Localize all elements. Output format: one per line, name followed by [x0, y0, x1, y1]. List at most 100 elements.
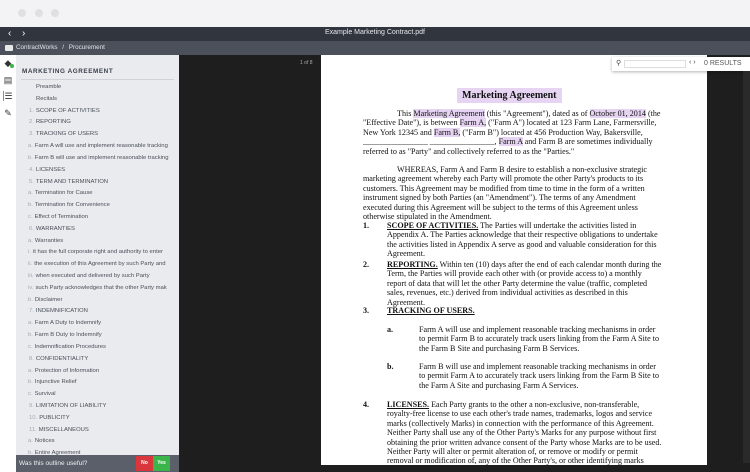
outline-item[interactable]: 2. REPORTING	[28, 117, 178, 129]
outline-item-number: b.	[28, 332, 33, 339]
outline-item-number: c.	[28, 391, 33, 398]
outline-item-label: Preamble	[36, 84, 62, 90]
outline-item[interactable]: b. Injunctive Relief	[28, 377, 178, 389]
breadcrumb: ContractWorks / Procurement	[0, 41, 750, 55]
outline-icon[interactable]: ☰	[3, 91, 13, 101]
outline-item[interactable]: 5. TERM AND TERMINATION	[28, 177, 178, 189]
outline-item-label: Farm A will use and implement reasonable…	[34, 143, 168, 150]
field-highlight[interactable]: October 01, 2014	[589, 109, 646, 118]
section-2: 2. REPORTING. Within ten (10) days after …	[363, 260, 662, 307]
outline-item-label: Termination for Cause	[34, 190, 93, 197]
outline-item-label: TERM AND TERMINATION	[35, 178, 109, 185]
section-3a: a. Farm A will use and implement reasonab…	[387, 325, 660, 353]
outline-item-label: MISCELLANEOUS	[38, 426, 89, 433]
outline-item[interactable]: a. Protection of Information	[28, 366, 178, 378]
field-highlight[interactable]: Farm A,	[459, 118, 487, 128]
minimize-window-button[interactable]	[35, 9, 43, 17]
breadcrumb-separator: /	[62, 44, 65, 51]
outline-list: Preamble Recitals 1. SCOPE OF ACTIVITIES 2. R…	[28, 82, 178, 460]
outline-item[interactable]: 11. MISCELLANEOUS	[28, 425, 178, 437]
outline-item[interactable]: b. Farm B will use and implement reasonab…	[28, 153, 178, 165]
outline-item[interactable]: 4. LICENSES	[28, 165, 178, 177]
field-highlight[interactable]: Farm B,	[433, 127, 461, 137]
outline-item[interactable]: 3. TRACKING OF USERS	[28, 129, 178, 141]
search-input[interactable]	[624, 60, 686, 68]
outline-item[interactable]: 7. INDEMNIFICATION	[28, 306, 178, 318]
outline-item[interactable]: a. Notices	[28, 436, 178, 448]
scrollbar[interactable]	[743, 71, 750, 463]
outline-item[interactable]: i. it has the full corporate right and au…	[28, 247, 178, 259]
outline-item-label: INDEMNIFICATION	[35, 308, 88, 315]
outline-item-label: Disclaimer	[34, 296, 63, 303]
breadcrumb-folder[interactable]: Procurement	[69, 44, 105, 51]
outline-item-number: 3.	[29, 131, 34, 138]
outline-item[interactable]: 1. SCOPE OF ACTIVITIES	[28, 106, 178, 118]
field-highlight[interactable]: Marketing Agreement	[413, 109, 485, 118]
outline-item-label: SCOPE OF ACTIVITIES	[35, 107, 100, 114]
outline-item-number: iv.	[28, 284, 34, 291]
outline-item-number: 6.	[29, 225, 34, 232]
outline-item-number: 4.	[29, 166, 34, 173]
outline-item[interactable]: 6. WARRANTIES	[28, 224, 178, 236]
field-highlight[interactable]: Farm A	[498, 137, 523, 147]
nav-bar: ‹ › Example Marketing Contract.pdf	[0, 27, 750, 41]
search-prev-next[interactable]: ‹ ›	[689, 59, 696, 66]
maximize-window-button[interactable]	[51, 9, 59, 17]
outline-item-number: 11.	[29, 426, 37, 433]
section-3b: b. Farm B will use and implement reasonab…	[387, 362, 660, 390]
outline-item[interactable]: c. Survival	[28, 389, 178, 401]
outline-item-number: b.	[28, 202, 33, 209]
pen-icon[interactable]: ✎	[3, 108, 13, 118]
outline-item-label: when executed and delivered by such Part…	[35, 273, 150, 279]
outline-item-label: Recitals	[36, 95, 57, 102]
divider	[21, 79, 174, 80]
document-title: Example Marketing Contract.pdf	[325, 29, 425, 36]
outline-item[interactable]: b. Disclaimer	[28, 295, 178, 307]
search-icon: ⚲	[616, 60, 622, 67]
tags-icon[interactable]: ◆	[3, 58, 14, 68]
outline-item[interactable]: b. Termination for Convenience	[28, 200, 178, 212]
outline-item[interactable]: 9. LIMITATION OF LIABILITY	[28, 401, 178, 413]
outline-item[interactable]: iv. such Party acknowledges that the othe…	[28, 283, 178, 295]
outline-item[interactable]: ii. the execution of this Agreement by su…	[28, 259, 178, 271]
outline-item[interactable]: Preamble	[28, 82, 178, 94]
search-bar: ⚲ ‹ › 0 RESULTS	[612, 57, 750, 71]
outline-title: MARKETING AGREEMENT	[22, 68, 114, 75]
feedback-no-button[interactable]: No	[136, 456, 153, 471]
outline-item[interactable]: a. Farm A will use and implement reasonab…	[28, 141, 178, 153]
outline-item-label: Protection of Information	[34, 367, 100, 374]
outline-item-number: c.	[28, 343, 33, 350]
outline-item-label: REPORTING	[35, 119, 71, 126]
outline-item[interactable]: 8. CONFIDENTIALITY	[28, 354, 178, 366]
breadcrumb-root[interactable]: ContractWorks	[16, 44, 58, 51]
outline-item-label: Farm A Duty to Indemnify	[34, 320, 102, 327]
outline-feedback-bar: Was this outline useful? No Yes	[16, 455, 179, 472]
feedback-yes-button[interactable]: Yes	[153, 456, 170, 471]
outline-item[interactable]: a. Warranties	[28, 236, 178, 248]
outline-item-number: a.	[28, 367, 33, 374]
feedback-question: Was this outline useful?	[19, 460, 88, 467]
outline-item[interactable]: c. Effect of Termination	[28, 212, 178, 224]
outline-item[interactable]: a. Termination for Cause	[28, 188, 178, 200]
whereas-paragraph: WHEREAS, Farm A and Farm B desire to est…	[363, 165, 647, 222]
outline-item-number: 1.	[29, 107, 34, 114]
outline-item-number: b.	[28, 296, 33, 303]
outline-item-label: Notices	[34, 438, 55, 445]
outline-item-number: 7.	[29, 308, 34, 315]
outline-item-label: Farm B will use and implement reasonable…	[34, 154, 169, 161]
outline-item[interactable]: a. Farm A Duty to Indemnify	[28, 318, 178, 330]
outline-item[interactable]: b. Farm B Duty to Indemnify	[28, 330, 178, 342]
outline-item[interactable]: iii. when executed and delivered by such …	[28, 271, 178, 283]
preamble-paragraph: This Marketing Agreement (this "Agreemen…	[363, 109, 661, 156]
outline-item[interactable]: Recitals	[28, 94, 178, 106]
outline-item-number: a.	[28, 237, 33, 244]
close-window-button[interactable]	[18, 9, 26, 17]
page-count: 1 of 8	[300, 60, 313, 66]
documents-icon[interactable]: ▤	[3, 75, 13, 85]
outline-item[interactable]: c. Indemnification Procedures	[28, 342, 178, 354]
outline-item-label: WARRANTIES	[35, 225, 75, 232]
outline-item[interactable]: 10. PUBLICITY	[28, 413, 178, 425]
section-3: 3. TRACKING OF USERS.	[363, 306, 475, 315]
outline-item-label: Warranties	[34, 237, 64, 244]
outline-item-number: 2.	[29, 119, 34, 126]
